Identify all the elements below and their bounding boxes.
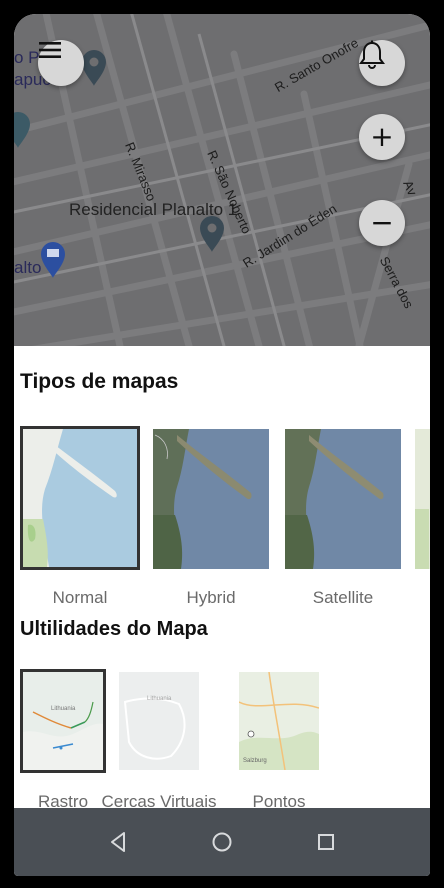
map-label-residencial: Residencial Planalto 1 [69, 200, 238, 219]
map-type-hybrid-tile[interactable] [153, 429, 269, 569]
hybrid-map-thumbnail [153, 429, 269, 569]
rastro-thumb-text: Lithuania [51, 706, 76, 712]
utility-pontos-tile[interactable]: Salzburg [239, 672, 319, 770]
phone-frame: o Pa apuc alto Residencial Planalto 1 R.… [0, 0, 444, 888]
pontos-thumbnail: Salzburg [239, 672, 319, 770]
map-type-normal-tile[interactable] [20, 426, 140, 570]
nav-back-button[interactable] [104, 828, 132, 856]
map-utilities-title: Ultilidades do Mapa [20, 618, 208, 640]
map-type-normal-label[interactable]: Normal [14, 588, 150, 608]
cercas-thumb-text: Lithuania [147, 696, 172, 702]
poi-pin-icon[interactable] [14, 112, 30, 148]
app-screen: o Pa apuc alto Residencial Planalto 1 R.… [14, 14, 430, 876]
map-type-hybrid-label[interactable]: Hybrid [141, 588, 281, 608]
map-type-satellite-label[interactable]: Satellite [273, 588, 413, 608]
android-nav-bar [14, 808, 430, 876]
nav-home-button[interactable] [208, 828, 236, 856]
normal-map-thumbnail [23, 429, 137, 567]
home-circle-icon [212, 832, 232, 852]
map-label: alto [14, 258, 42, 277]
nav-recent-button[interactable] [312, 828, 340, 856]
map-view[interactable]: o Pa apuc alto Residencial Planalto 1 R.… [14, 14, 430, 354]
bell-icon [359, 40, 385, 69]
map-type-terrain-tile[interactable] [415, 429, 430, 569]
utility-cercas-virtuais-tile[interactable]: Lithuania [119, 672, 199, 770]
utility-rastro-tile[interactable]: Lithuania [20, 669, 106, 773]
terrain-map-thumbnail [415, 429, 430, 569]
plus-icon: + [370, 120, 394, 153]
minus-icon: − [370, 206, 394, 239]
map-types-title: Tipos de mapas [20, 370, 179, 393]
pontos-thumb-text: Salzburg [243, 758, 267, 764]
map-options-sheet: Tipos de mapas Normal Hybrid Satellite U… [14, 346, 430, 811]
satellite-map-thumbnail [285, 429, 401, 569]
zoom-out-button[interactable]: − [359, 200, 405, 246]
back-triangle-icon [111, 832, 125, 852]
zoom-in-button[interactable]: + [359, 114, 405, 160]
hamburger-menu-icon [39, 42, 61, 58]
cercas-thumbnail: Lithuania [119, 672, 199, 770]
menu-button[interactable] [38, 40, 84, 86]
recent-square-icon [318, 834, 334, 850]
rastro-thumbnail: Lithuania [23, 672, 103, 770]
notifications-button[interactable] [359, 40, 405, 86]
map-pin-icon[interactable] [200, 216, 224, 252]
map-type-satellite-tile[interactable] [285, 429, 401, 569]
